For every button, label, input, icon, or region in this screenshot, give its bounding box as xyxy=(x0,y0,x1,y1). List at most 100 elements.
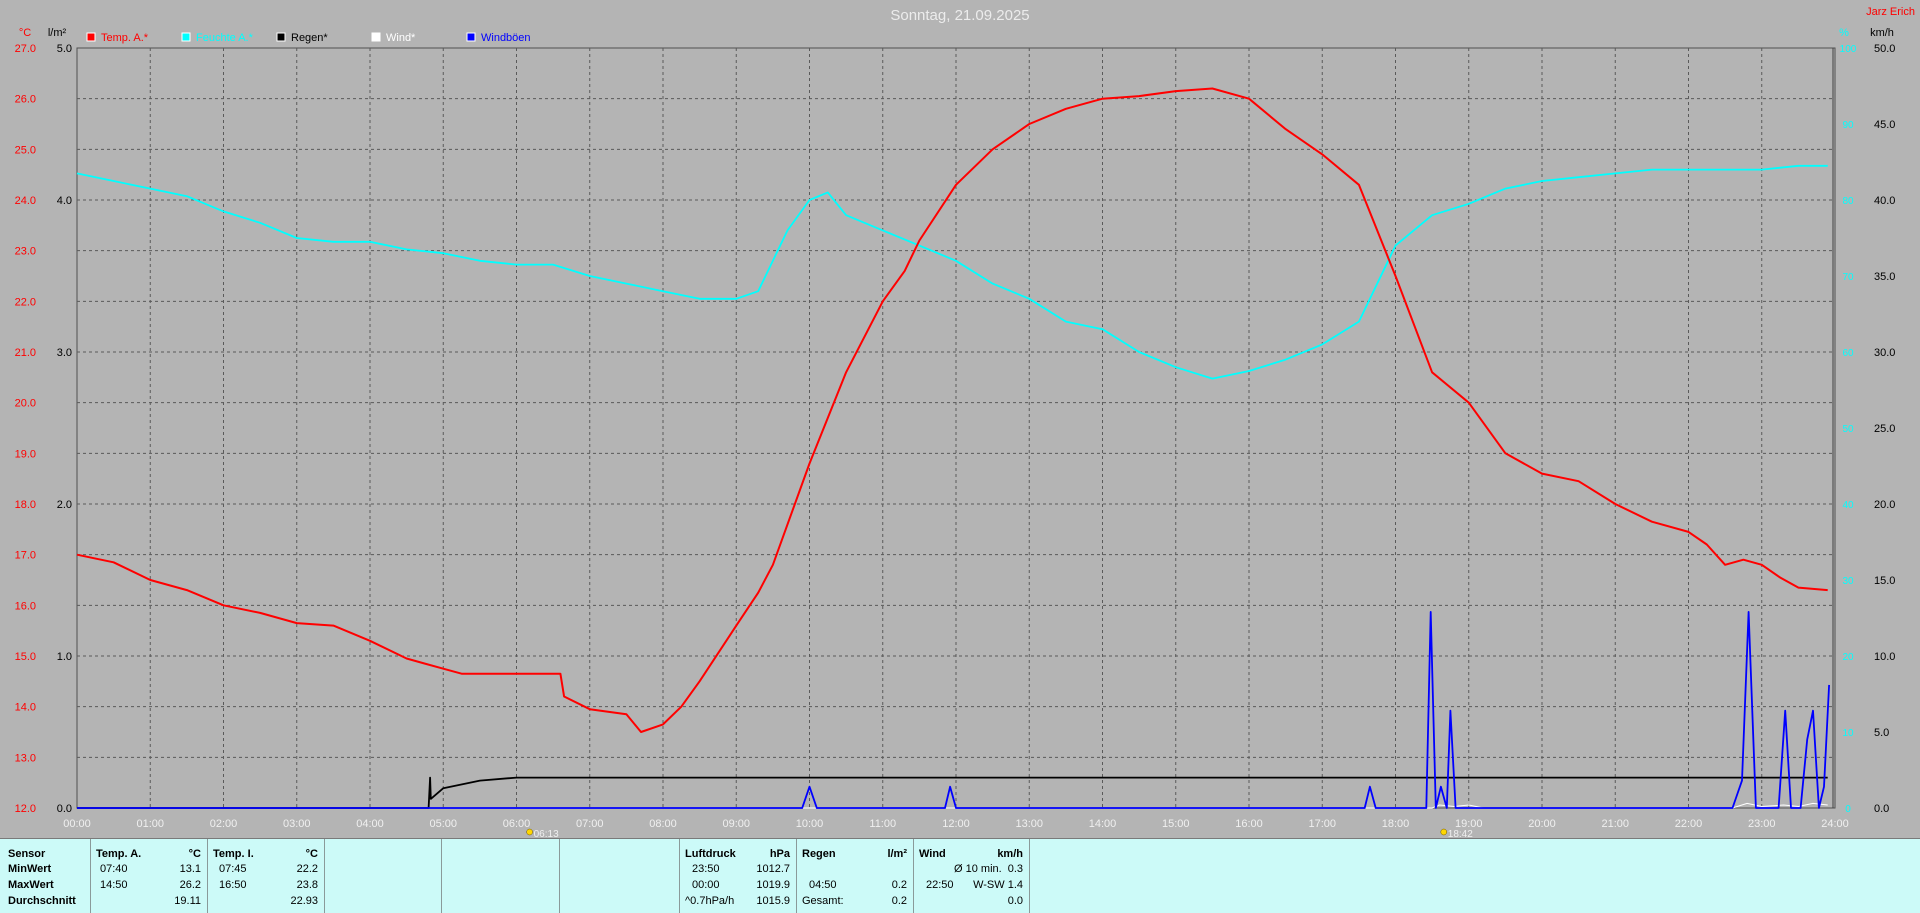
pressure-min-value: 1012.7 xyxy=(756,863,790,875)
temp-a-min-time: 07:40 xyxy=(100,863,128,875)
temp-a-max-time: 14:50 xyxy=(100,879,128,891)
x-tick-label: 12:00 xyxy=(942,818,970,830)
pressure-unit: hPa xyxy=(769,848,790,860)
temp-tick-label: 12.0 xyxy=(15,803,36,815)
sun-marker-icon xyxy=(1440,828,1448,836)
x-tick-label: 16:00 xyxy=(1235,818,1263,830)
x-tick-label: 21:00 xyxy=(1601,818,1629,830)
wind-tick-label: 0.0 xyxy=(1874,803,1889,815)
rain-unit: l/m² xyxy=(887,848,907,860)
stats-col-wind: Wind km/h Ø 10 min. 0.3 22:50 W-SW 1.4 0… xyxy=(913,839,1030,913)
x-tick-label: 15:00 xyxy=(1162,818,1190,830)
x-tick-label: 17:00 xyxy=(1308,818,1336,830)
legend: Temp. A.* Feuchte A.* Regen* Wind* Windb… xyxy=(86,32,531,44)
humidity-tick-label: 50 xyxy=(1842,424,1854,435)
rain-tick-label: 1.0 xyxy=(57,651,72,663)
stats-col-empty-1 xyxy=(324,839,441,913)
humidity-tick-label: 0 xyxy=(1845,804,1851,815)
rain-total-label: Gesamt: xyxy=(802,895,844,907)
sun-marker-label: 18:42 xyxy=(1448,829,1473,838)
x-tick-label: 04:00 xyxy=(356,818,384,830)
pressure-trend: ^0.7hPa/h xyxy=(685,895,735,907)
stats-col-temp-i: Temp. I. °C 07:45 22.2 16:50 23.8 22.93 xyxy=(207,839,324,913)
wind-tick-label: 35.0 xyxy=(1874,271,1895,283)
stats-col-pressure: Luftdruck hPa 23:50 1012.7 00:00 1019.9 … xyxy=(679,839,796,913)
rain-axis-unit: l/m² xyxy=(48,27,67,39)
temp-a-max-value: 26.2 xyxy=(179,879,201,891)
temp-tick-label: 13.0 xyxy=(15,752,36,764)
x-tick-label: 11:00 xyxy=(869,818,896,830)
wind-axis-unit: km/h xyxy=(1870,27,1894,39)
temp-a-avg: 19.11 xyxy=(174,895,201,907)
sun-marker-label: 06:13 xyxy=(534,829,559,838)
x-tick-label: 24:00 xyxy=(1821,818,1849,830)
temp-axis-unit: °C xyxy=(19,27,31,39)
x-tick-label: 20:00 xyxy=(1528,818,1556,830)
temp-tick-label: 22.0 xyxy=(15,296,36,308)
legend-swatch-wind xyxy=(371,32,381,42)
wind-tick-label: 20.0 xyxy=(1874,499,1895,511)
rain-max-value: 0.2 xyxy=(891,879,907,891)
legend-swatch-temp xyxy=(86,32,96,42)
rain-tick-label: 4.0 xyxy=(57,195,72,207)
legend-label-rain: Regen* xyxy=(291,32,328,44)
humidity-tick-label: 80 xyxy=(1842,196,1854,207)
x-tick-label: 01:00 xyxy=(136,818,164,830)
sun-marker-icon xyxy=(526,828,533,836)
humidity-axis-unit: % xyxy=(1839,27,1849,39)
legend-label-temp: Temp. A.* xyxy=(101,32,149,44)
temp-i-header: Temp. I. xyxy=(213,848,254,860)
humidity-tick-label: 100 xyxy=(1840,44,1857,55)
rain-max-time: 04:50 xyxy=(809,879,837,891)
weather-chart: 00:00 01:00 02:00 03:00 04:00 05:00 06:00 07:00… xyxy=(15,6,1915,838)
temp-tick-label: 25.0 xyxy=(15,144,36,156)
wind-tick-label: 5.0 xyxy=(1874,727,1889,739)
sensor-header: Sensor xyxy=(8,848,46,860)
x-tick-label: 18:00 xyxy=(1382,818,1410,830)
x-tick-label: 14:00 xyxy=(1089,818,1117,830)
temp-tick-label: 20.0 xyxy=(15,398,36,410)
statistics-panel: Sensor MinWert MaxWert Durchschnitt Temp… xyxy=(0,838,1920,913)
wind-tick-label: 50.0 xyxy=(1874,43,1895,55)
rain-tick-label: 3.0 xyxy=(57,347,72,359)
temp-a-unit: °C xyxy=(188,848,201,860)
temp-tick-label: 14.0 xyxy=(15,702,36,714)
row-label-max: MaxWert xyxy=(8,879,54,891)
temp-i-max-time: 16:50 xyxy=(219,879,247,891)
humidity-tick-label: 40 xyxy=(1842,500,1854,511)
humidity-tick-label: 10 xyxy=(1842,728,1854,739)
temp-i-min-time: 07:45 xyxy=(219,863,247,875)
x-tick-label: 10:00 xyxy=(796,818,824,830)
x-tick-label: 06:00 xyxy=(503,818,531,830)
humidity-tick-label: 30 xyxy=(1842,576,1854,587)
wind-avg-value: 0.3 xyxy=(1007,863,1023,875)
humidity-tick-label: 70 xyxy=(1842,272,1854,283)
x-tick-label: 00:00 xyxy=(63,818,91,830)
wind-max-value: W-SW 1.4 xyxy=(973,879,1023,891)
temp-i-avg: 22.93 xyxy=(290,895,318,907)
rain-header: Regen xyxy=(802,848,836,860)
wind-tick-label: 30.0 xyxy=(1874,347,1895,359)
wind-daily-avg: 0.0 xyxy=(1007,895,1023,907)
x-tick-label: 13:00 xyxy=(1015,818,1043,830)
x-tick-label: 02:00 xyxy=(210,818,238,830)
stats-col-temp-a: Temp. A. °C 07:40 13.1 14:50 26.2 19.11 xyxy=(90,839,207,913)
stats-col-sensor: Sensor MinWert MaxWert Durchschnitt xyxy=(0,839,90,913)
row-label-min: MinWert xyxy=(8,863,52,875)
legend-swatch-gusts xyxy=(466,32,476,42)
x-tick-label: 08:00 xyxy=(649,818,677,830)
legend-swatch-humidity xyxy=(181,32,191,42)
stats-col-empty-3 xyxy=(559,839,679,913)
rain-tick-label: 2.0 xyxy=(57,499,72,511)
humidity-tick-label: 60 xyxy=(1842,348,1854,359)
x-tick-label: 05:00 xyxy=(429,818,457,830)
pressure-max-value: 1019.9 xyxy=(756,879,790,891)
stats-col-empty-2 xyxy=(441,839,559,913)
legend-label-humidity: Feuchte A.* xyxy=(196,32,254,44)
temp-tick-label: 21.0 xyxy=(15,347,36,359)
pressure-avg: 1015.9 xyxy=(756,895,790,907)
rain-tick-label: 5.0 xyxy=(57,43,72,55)
pressure-max-time: 00:00 xyxy=(692,879,720,891)
pressure-min-time: 23:50 xyxy=(692,863,720,875)
rain-total-value: 0.2 xyxy=(891,895,907,907)
